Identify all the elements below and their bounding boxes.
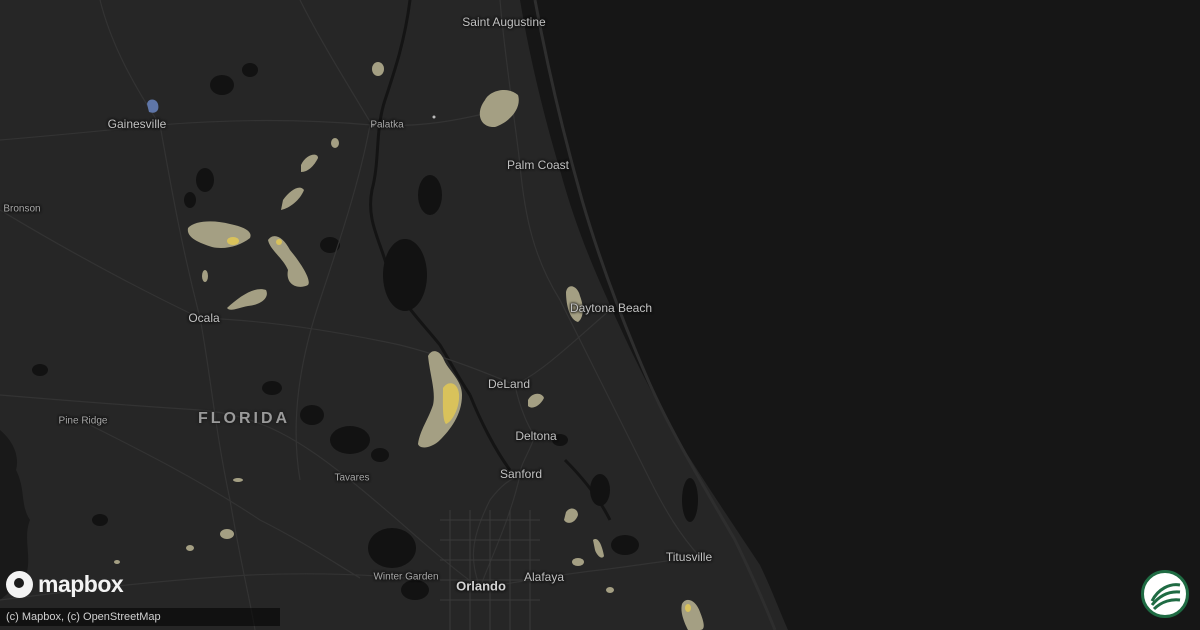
swoosh-icon — [1150, 583, 1181, 611]
place-label-pine-ridge: Pine Ridge — [58, 415, 108, 427]
map-base — [0, 0, 1200, 630]
place-label-gainesville: Gainesville — [107, 117, 167, 131]
mapbox-logo[interactable]: mapbox — [6, 571, 124, 598]
place-label-deltona: Deltona — [515, 429, 557, 443]
place-label-titusville: Titusville — [665, 550, 713, 564]
place-label-saint-augustine: Saint Augustine — [462, 15, 546, 29]
site-badge-icon[interactable] — [1141, 570, 1189, 618]
place-label-ocala: Ocala — [188, 311, 220, 325]
place-label-alafaya: Alafaya — [523, 570, 565, 584]
place-label-orlando: Orlando — [456, 578, 506, 594]
state-label: FLORIDA — [197, 410, 291, 427]
place-label-palm-coast: Palm Coast — [506, 158, 570, 172]
map-canvas[interactable]: FLORIDA Saint Augustine Gainesville Palatk… — [0, 0, 1200, 630]
place-label-palatka: Palatka — [370, 119, 404, 131]
place-label-winter-garden: Winter Garden — [373, 571, 439, 583]
poi-dot — [432, 115, 436, 119]
map-attribution[interactable]: (c) Mapbox, (c) OpenStreetMap — [0, 608, 280, 626]
mapbox-wordmark: mapbox — [38, 571, 124, 597]
place-label-daytona-beach: Daytona Beach — [569, 301, 653, 315]
place-label-sanford: Sanford — [499, 467, 543, 481]
place-label-bronson: Bronson — [3, 203, 41, 215]
place-label-tavares: Tavares — [334, 472, 370, 484]
mapbox-mark-icon — [6, 571, 33, 598]
place-label-deland: DeLand — [487, 377, 531, 391]
